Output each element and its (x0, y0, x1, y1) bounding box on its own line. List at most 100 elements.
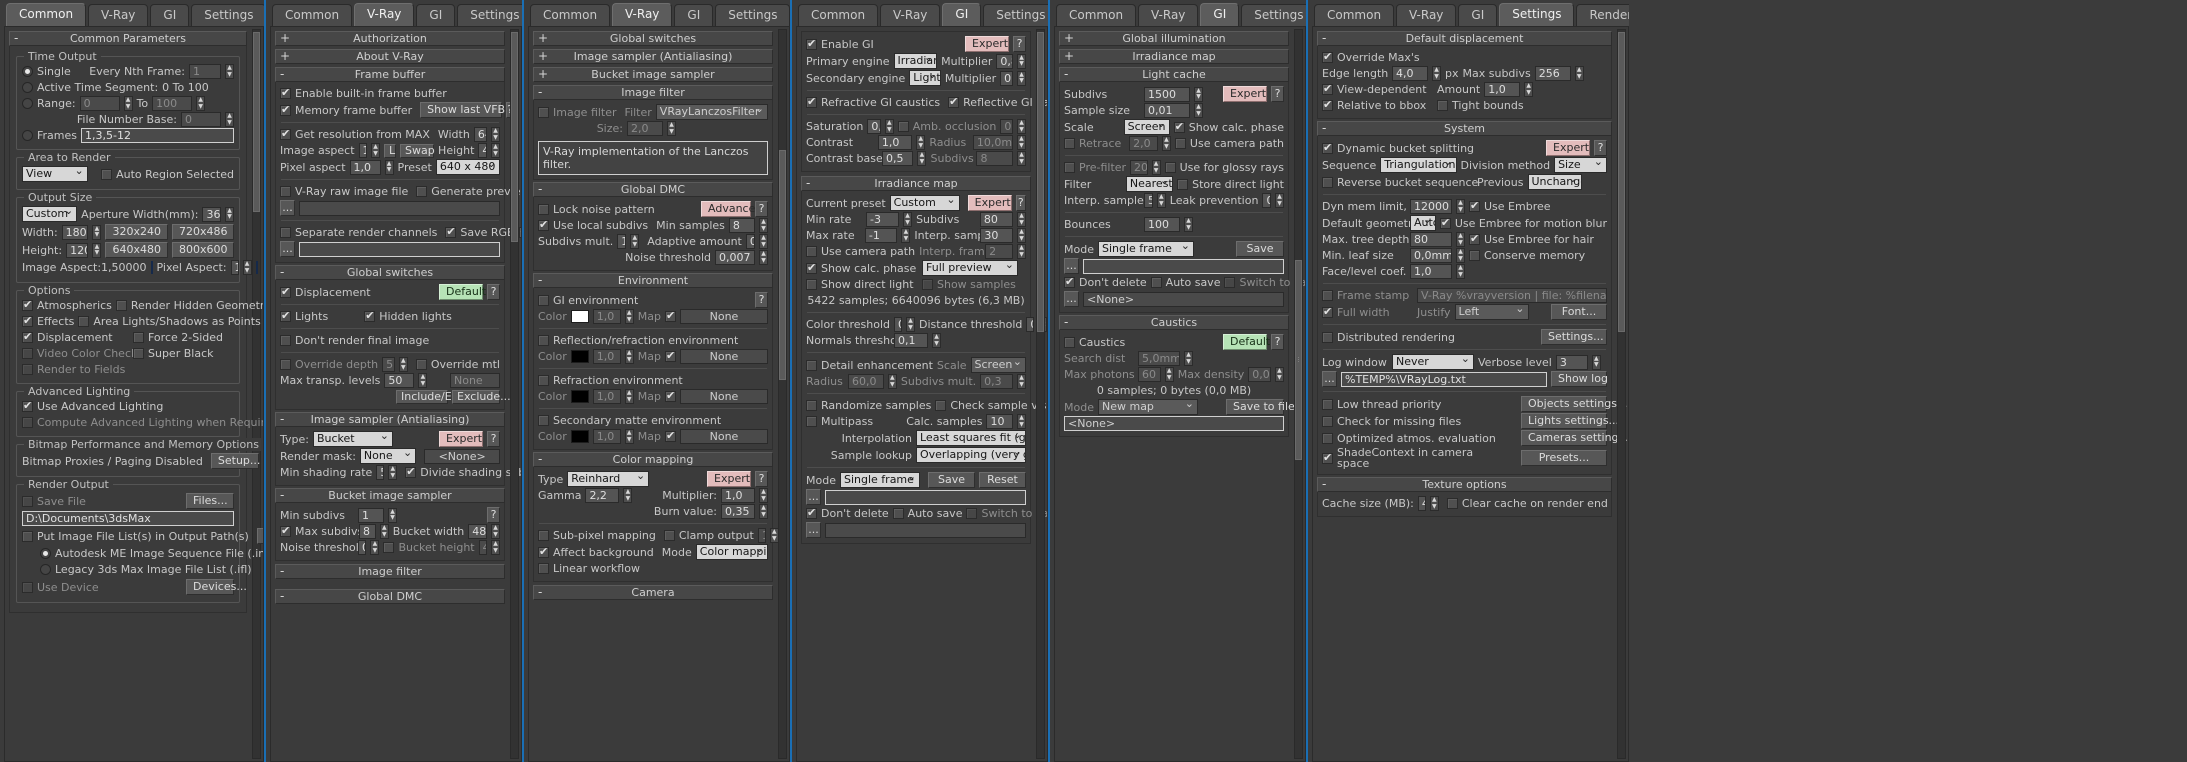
badge-expert[interactable]: Expert (707, 471, 751, 487)
spinner-radius[interactable]: ▲ ▼ (1016, 135, 1026, 150)
field-normals-threshold[interactable]: 0,1 (894, 333, 928, 348)
rollout-header-caustics[interactable]: - Caustics (1059, 315, 1289, 330)
field-clamp-output[interactable]: 1,0 (757, 528, 766, 543)
lock-icon-2[interactable] (255, 261, 258, 274)
field-bucket-height[interactable]: 48,0 (478, 540, 487, 555)
spinner-adaptive-amount[interactable]: ▲ ▼ (759, 234, 768, 249)
tab-settings[interactable]: Settings (983, 4, 1048, 26)
field-override-mtl-value[interactable]: None (450, 373, 500, 388)
field-max-density[interactable]: 0,0mm (1248, 367, 1271, 382)
checkbox-save-alpha[interactable] (518, 225, 521, 238)
spinner-every-nth-frame[interactable]: ▲ ▼ (225, 64, 234, 79)
checkbox-image-filter[interactable] (538, 106, 549, 118)
checkbox-show-samples[interactable] (922, 279, 933, 290)
field-subdivs-mult[interactable]: 1,0 (617, 234, 627, 249)
field-bucket-width[interactable]: 48,0 (468, 524, 487, 539)
checkbox-refraction-environment[interactable] (538, 375, 549, 386)
checkbox-override-depth[interactable] (280, 359, 291, 370)
tab-common[interactable]: Common (272, 4, 353, 26)
spinner-max-subdivs[interactable]: ▲ ▼ (379, 524, 389, 539)
spinner-saturation[interactable]: ▲ ▼ (884, 119, 894, 134)
checkbox-override-maxs[interactable] (1322, 50, 1333, 63)
checkbox-save-rgb[interactable] (445, 225, 457, 238)
spinner-sample-size[interactable]: ▲ ▼ (1194, 103, 1203, 118)
help-icon[interactable]: ? (1271, 334, 1284, 350)
tab-common[interactable]: Common (798, 4, 879, 26)
badge-default[interactable]: Default (1223, 334, 1270, 350)
spinner-min-shading-rate[interactable]: ▲ ▼ (388, 465, 398, 480)
button-devices[interactable]: Devices... (186, 579, 247, 595)
button-preset-640x480[interactable]: 640x480 (105, 242, 168, 258)
badge-expert[interactable]: Expert (967, 195, 1012, 211)
spinner-calc-samples[interactable]: ▲ ▼ (1017, 414, 1026, 429)
tab-vray[interactable]: V-Ray (612, 3, 673, 27)
badge-expert[interactable]: Expert (965, 36, 1009, 52)
field-dyn-mem-limit[interactable]: 12000 (1410, 199, 1452, 214)
select-filter[interactable]: VRayLanczosFilter (655, 104, 768, 120)
field-file-number-base[interactable]: 0 (181, 112, 221, 127)
help-icon[interactable]: ? (1594, 140, 1607, 156)
checkbox-secondary-matte-environment[interactable] (538, 415, 549, 426)
checkbox-clamp-output[interactable] (663, 530, 675, 541)
field-ao-subdivs[interactable]: 8 (976, 151, 1013, 166)
button-cameras-settings[interactable]: Cameras settings... (1521, 430, 1628, 446)
checkbox-randomize-samples[interactable] (806, 400, 817, 411)
spinner-dyn-mem-limit[interactable]: ▲ ▼ (1456, 199, 1465, 214)
checkbox-gi-map[interactable] (664, 309, 676, 322)
select-lc-mode[interactable]: Single frame (1097, 241, 1194, 257)
checkbox-memory-frame-buffer[interactable] (280, 103, 291, 116)
rollout-header-frame-buffer[interactable]: - Frame buffer (275, 67, 505, 82)
button-objects-settings[interactable]: Objects settings... (1521, 396, 1627, 412)
field-refr-map[interactable]: None (679, 389, 768, 404)
checkbox-store-direct-light[interactable] (1177, 178, 1189, 190)
field-primary-multiplier[interactable]: 0,85 (996, 53, 1013, 69)
checkbox-relative-to-bbox[interactable] (1322, 98, 1333, 111)
checkbox-lc-use-camera-path[interactable] (1174, 138, 1186, 149)
rollout-header-global-switches[interactable]: - Global switches (275, 265, 505, 280)
field-bounces[interactable]: 100 (1144, 217, 1180, 232)
field-adaptive-amount[interactable]: 0,85 (745, 234, 755, 249)
checkbox-divide-shading-subdivs[interactable] (405, 465, 417, 478)
spinner-subdivs-mult[interactable]: ▲ ▼ (1017, 374, 1026, 389)
field-sample-size[interactable]: 0,01 (1144, 103, 1190, 118)
rollout-header-light-cache[interactable]: - Light cache (1059, 67, 1289, 82)
tab-settings[interactable]: Settings (1499, 3, 1575, 27)
field-cache-size[interactable]: 4000 (1417, 496, 1426, 511)
help-icon[interactable]: ? (487, 431, 500, 447)
button-browse-lc-file[interactable]: ... (1064, 258, 1079, 274)
field-min-samples[interactable]: 8 (728, 218, 755, 233)
checkbox-caustics[interactable] (1064, 336, 1075, 348)
select-output-size-preset[interactable]: Custom (22, 206, 78, 222)
checkbox-amb-occlusion[interactable] (897, 121, 909, 132)
help-icon[interactable]: ? (755, 471, 768, 487)
field-leak-prevention[interactable]: 0,8 (1262, 193, 1271, 208)
spinner-max-subdivs[interactable]: ▲ ▼ (1574, 66, 1584, 81)
spinner-secondary-multiplier[interactable]: ▲ ▼ (1017, 70, 1026, 86)
checkbox-linear-workflow[interactable] (538, 563, 549, 574)
spinner-retrace[interactable]: ▲ ▼ (1161, 136, 1171, 151)
button-files[interactable]: Files... (186, 493, 234, 509)
spinner-width[interactable]: ▲ ▼ (92, 224, 102, 240)
button-show-log[interactable]: Show log (1551, 371, 1608, 387)
checkbox-use-embree[interactable] (1469, 199, 1480, 212)
field-min-rate[interactable]: -3 (865, 212, 900, 227)
scrollbar-gi-2[interactable] (1294, 29, 1303, 759)
spinner-fb-width[interactable]: ▲ ▼ (491, 127, 500, 142)
field-min-shading-rate[interactable]: 50 (376, 465, 385, 480)
spinner-max-density[interactable]: ▲ ▼ (1274, 367, 1284, 382)
spinner-pixel-aspect[interactable]: ▲ ▼ (242, 260, 252, 275)
checkbox-im-switch-saved[interactable] (966, 508, 978, 519)
field-lc-autosave-path[interactable]: <None> (1083, 291, 1284, 307)
tab-vray[interactable]: V-Ray (1138, 4, 1199, 26)
field-gi-multiplier[interactable]: 1,0 (592, 309, 621, 324)
rollout-header-image-filter[interactable]: - Image filter (533, 85, 773, 100)
spinner-range-to[interactable]: ▲ ▼ (196, 96, 206, 111)
checkbox-enable-gi[interactable] (806, 37, 817, 50)
checkbox-displacement[interactable] (280, 285, 291, 298)
button-preset-800x600[interactable]: 800x600 (172, 242, 234, 258)
button-dr-settings[interactable]: Settings... (1541, 329, 1607, 345)
checkbox-optimized-atmos-evaluation[interactable] (1322, 432, 1333, 444)
badge-expert[interactable]: Expert (1223, 86, 1267, 102)
field-lc-interp-samples[interactable]: 5 (1144, 193, 1153, 208)
color-swatch-gi[interactable] (570, 310, 589, 323)
